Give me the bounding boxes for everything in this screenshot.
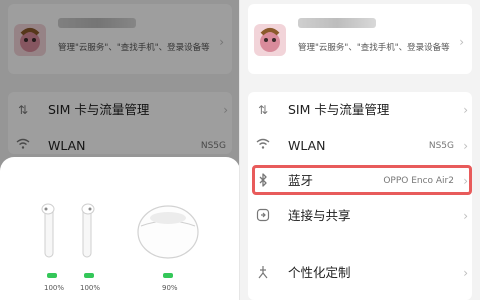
- settings-row-personalize[interactable]: 个性化定制 ›: [240, 260, 480, 286]
- avatar: [254, 24, 286, 56]
- sim-icon: ⇅: [257, 103, 269, 117]
- settings-row-wlan[interactable]: WLAN NS5G ›: [240, 133, 480, 159]
- left-earbud-image: [41, 203, 55, 258]
- right-battery-percent: 100%: [80, 284, 101, 292]
- chevron-right-icon: ›: [463, 139, 468, 153]
- right-earbud-image: [81, 203, 95, 258]
- account-description: 管理"云服务"、"查找手机"、登录设备等: [298, 43, 450, 53]
- row-label: WLAN: [288, 138, 326, 153]
- account-name-blurred: [298, 18, 376, 28]
- left-battery-indicator: [47, 273, 57, 278]
- left-battery-percent: 100%: [44, 284, 65, 292]
- wifi-icon: [256, 138, 270, 154]
- chevron-right-icon: ›: [463, 266, 468, 280]
- row-label: SIM 卡与流量管理: [288, 102, 390, 117]
- chevron-right-icon: ›: [459, 35, 464, 49]
- earbuds-popup-sheet: 100% 100% 90%: [0, 157, 240, 300]
- account-card[interactable]: 管理"云服务"、"查找手机"、登录设备等 ›: [248, 4, 472, 74]
- connect-share-icon: [256, 208, 270, 224]
- case-battery-percent: 90%: [162, 284, 178, 292]
- chevron-right-icon: ›: [463, 209, 468, 223]
- chevron-right-icon: ›: [463, 103, 468, 117]
- right-panel: 管理"云服务"、"查找手机"、登录设备等 › ⇅ SIM 卡与流量管理 › WL…: [240, 0, 480, 300]
- charging-case-image: [137, 205, 199, 259]
- settings-row-sim[interactable]: ⇅ SIM 卡与流量管理 ›: [240, 97, 480, 123]
- settings-row-connect-share[interactable]: 连接与共享 ›: [240, 203, 480, 229]
- right-battery-indicator: [84, 273, 94, 278]
- case-battery-indicator: [163, 273, 173, 278]
- personalize-icon: [256, 265, 270, 281]
- row-value: NS5G: [428, 141, 454, 151]
- highlight-box: [252, 165, 472, 195]
- left-panel: 管理"云服务"、"查找手机"、登录设备等 › ⇅ SIM 卡与流量管理 › WL…: [0, 0, 240, 300]
- row-label: 个性化定制: [288, 265, 351, 280]
- row-label: 连接与共享: [288, 208, 351, 223]
